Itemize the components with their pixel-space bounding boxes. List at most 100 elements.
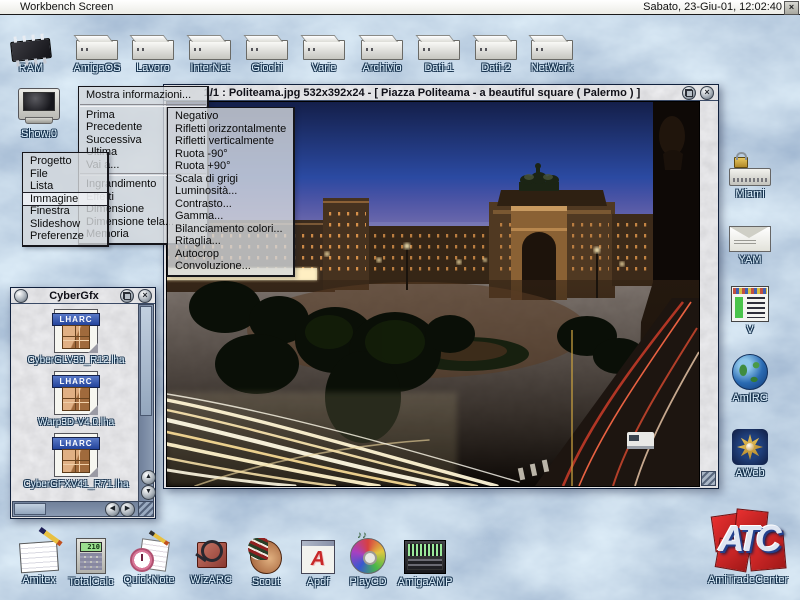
desktop-icon-network[interactable]: NetWork: [523, 30, 581, 74]
desktop-icon-archivio[interactable]: Archivio: [353, 30, 411, 74]
desktop-icon-amitradecenter[interactable]: ATC AmiTradeCenter: [702, 510, 794, 586]
scroll-right-icon[interactable]: ▶: [120, 502, 135, 517]
pdf-window-icon: A: [301, 540, 335, 574]
menu-item[interactable]: Negativo: [168, 110, 293, 123]
vertical-scroll-thumb[interactable]: [140, 306, 152, 416]
menu-item[interactable]: Slideshow: [23, 218, 107, 231]
menu-item[interactable]: Finestra: [23, 205, 107, 218]
horizontal-scroll-thumb[interactable]: [14, 503, 46, 515]
desktop-icon-lavoro[interactable]: Lavoro: [124, 30, 182, 74]
screen-titlebar[interactable]: Workbench Screen Sabato, 23-Giu-01, 12:0…: [0, 0, 800, 15]
desktop-icon-quicknote[interactable]: QuickNote: [120, 532, 178, 586]
lharc-archive-icon: LHARC: [54, 371, 98, 415]
icon-label: Dati-2: [467, 62, 525, 74]
pdf-letter: A: [302, 547, 334, 573]
file-icon-cybergfx[interactable]: LHARC CyberGFXV41_R71.lha: [13, 433, 139, 490]
lharc-archive-icon: LHARC: [54, 433, 98, 477]
menu-item[interactable]: Lista: [23, 180, 107, 193]
desktop-icon-varie[interactable]: Varie: [295, 30, 353, 74]
menu-item[interactable]: Ruota +90°: [168, 160, 293, 173]
disk-drive-icon: [361, 40, 403, 60]
screen-title: Workbench Screen: [0, 1, 643, 13]
desktop-icon-internet[interactable]: InterNet: [181, 30, 239, 74]
desktop-icon-playcd[interactable]: PlayCD: [339, 532, 397, 588]
horizontal-scrollbar[interactable]: ◀ ▶: [12, 501, 139, 517]
disk-drive-icon: [132, 40, 174, 60]
desktop-icon-giochi[interactable]: Giochi: [238, 30, 296, 74]
scroll-up-icon[interactable]: ▲: [141, 470, 156, 485]
icon-label: Archivio: [353, 62, 411, 74]
menu-item[interactable]: Luminosità...: [168, 185, 293, 198]
icon-label: Scout: [237, 576, 295, 588]
desktop-icon-dati2[interactable]: Dati-2: [467, 30, 525, 74]
envelope-icon: [729, 226, 771, 252]
zoom-gadget[interactable]: [682, 86, 696, 100]
menu-item[interactable]: Ritaglia...: [168, 235, 293, 248]
desktop-icon-scout[interactable]: Scout: [237, 532, 295, 588]
stereo-rack-icon: [404, 540, 446, 574]
desktop-icon-totalcalc[interactable]: 210 TotalCalc: [62, 532, 120, 588]
lharc-archive-icon: LHARC: [54, 309, 98, 353]
menu-item[interactable]: Scala di grigi: [168, 173, 293, 186]
atc-logo-text: ATC: [709, 518, 787, 560]
disk-drive-icon: [475, 40, 517, 60]
magnifier-box-icon: [193, 540, 229, 572]
desktop-icon-dati1[interactable]: Dati-1: [410, 30, 468, 74]
vertical-scrollbar[interactable]: ▲ ▼: [138, 304, 154, 502]
desktop-icon-show0[interactable]: Show.0: [10, 86, 68, 140]
desktop-icon-amigaamp[interactable]: AmigaAMP: [396, 532, 454, 588]
menu-item[interactable]: Rifletti verticalmente: [168, 135, 293, 148]
desktop-icon-wizarc[interactable]: WizARC: [182, 532, 240, 586]
desktop-icon-miami[interactable]: Miami: [719, 150, 781, 200]
icon-label: Lavoro: [124, 62, 182, 74]
menu-item[interactable]: Contrasto...: [168, 198, 293, 211]
icon-label: QuickNote: [120, 574, 178, 586]
disk-drive-icon: [246, 40, 288, 60]
menu-item[interactable]: Progetto: [23, 155, 107, 168]
scout-head-icon: [250, 540, 282, 574]
file-icon-warp3d[interactable]: LHARC Warp3D-V4.0.lha: [13, 371, 139, 428]
close-icon[interactable]: ×: [138, 289, 152, 303]
desktop-icon-aweb[interactable]: AWeb: [719, 423, 781, 479]
icon-label: V: [719, 324, 781, 336]
file-icon-cybergl[interactable]: LHARC CyberGLV39_R12.lha: [13, 309, 139, 366]
window-title: 1/1 : Politeama.jpg 532x392x24 - [ Piazz…: [164, 87, 680, 99]
close-ball-gadget[interactable]: [14, 289, 28, 303]
desktop-icon-yam[interactable]: YAM: [719, 212, 781, 266]
menu-item[interactable]: Gamma...: [168, 210, 293, 223]
menu-item[interactable]: Mostra informazioni...: [79, 89, 207, 102]
icon-label: Show.0: [10, 128, 68, 140]
scroll-left-icon[interactable]: ◀: [105, 502, 120, 517]
resize-handle[interactable]: [701, 471, 716, 486]
close-icon[interactable]: ×: [700, 86, 714, 100]
depth-gadget[interactable]: [120, 289, 134, 303]
menu-item[interactable]: Rifletti orizzontalmente: [168, 123, 293, 136]
menu-item[interactable]: Ruota -90°: [168, 148, 293, 161]
menu-item[interactable]: Preferenze: [23, 230, 107, 243]
menu-item-selected[interactable]: Immagine: [23, 193, 107, 206]
menu-item[interactable]: Autocrop: [168, 248, 293, 261]
menu-item[interactable]: Bilanciamento colori...: [168, 223, 293, 236]
desktop-icon-ram[interactable]: RAM: [2, 30, 60, 74]
disk-drive-icon: [418, 40, 460, 60]
menu-panel-project: Progetto File Lista Immagine Finestra Sl…: [22, 152, 109, 247]
screen-depth-gadget[interactable]: ×: [784, 1, 799, 15]
icon-label: AmigaOS: [68, 62, 126, 74]
scroll-down-icon[interactable]: ▼: [141, 485, 156, 500]
icon-label: YAM: [719, 254, 781, 266]
desktop-icon-amitex[interactable]: Amitex: [10, 532, 68, 586]
icon-label: WizARC: [182, 574, 240, 586]
viewer-titlebar[interactable]: 1/1 : Politeama.jpg 532x392x24 - [ Piazz…: [164, 85, 718, 101]
file-label: CyberGFXV41_R71.lha: [13, 479, 139, 490]
resize-handle[interactable]: [138, 501, 154, 517]
desktop-icon-amirc[interactable]: AmIRC: [719, 348, 781, 404]
icon-label: AmiTradeCenter: [702, 574, 794, 586]
desktop-icon-v[interactable]: V: [719, 280, 781, 336]
menu-item[interactable]: Convoluzione...: [168, 260, 293, 273]
icon-label: InterNet: [181, 62, 239, 74]
desktop-icon-amigaos[interactable]: AmigaOS: [68, 30, 126, 74]
cybergfx-titlebar[interactable]: CyberGfx ×: [11, 288, 155, 304]
menu-item[interactable]: File: [23, 168, 107, 181]
icon-label: Miami: [719, 188, 781, 200]
icon-label: PlayCD: [339, 576, 397, 588]
